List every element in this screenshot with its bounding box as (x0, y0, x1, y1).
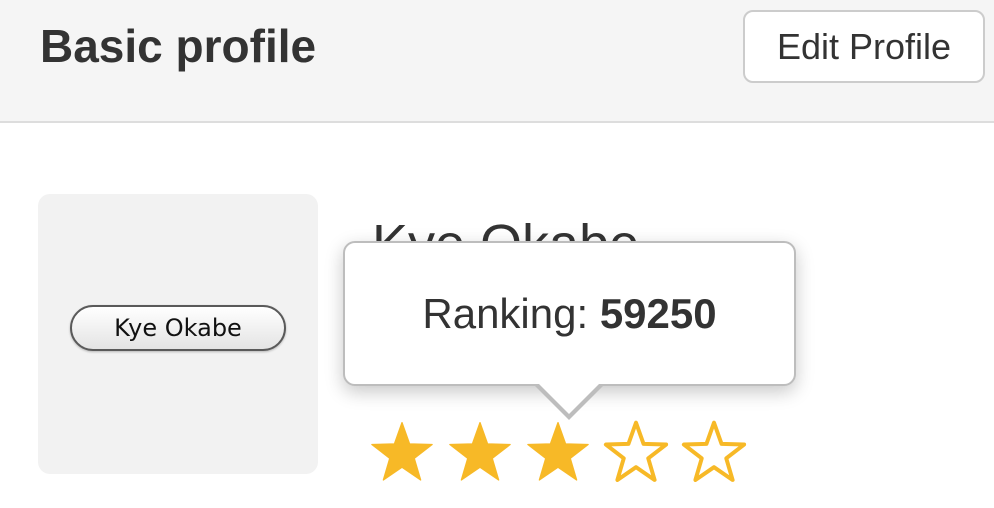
page-header: Basic profile Edit Profile (0, 0, 994, 123)
ranking-label: Ranking: (422, 290, 600, 337)
star-empty-icon[interactable] (680, 420, 748, 486)
page-title: Basic profile (40, 20, 317, 72)
ranking-value: 59250 (599, 290, 717, 337)
ranking-tooltip: Ranking: 59250 (343, 241, 796, 386)
avatar-name-label: Kye Okabe (70, 305, 286, 351)
star-empty-icon[interactable] (602, 420, 670, 486)
avatar: Kye Okabe (38, 194, 318, 474)
tooltip-arrow (533, 381, 605, 420)
edit-profile-button[interactable]: Edit Profile (743, 10, 985, 83)
star-filled-icon[interactable] (524, 420, 592, 486)
star-rating[interactable] (368, 420, 748, 486)
star-filled-icon[interactable] (446, 420, 514, 486)
star-filled-icon[interactable] (368, 420, 436, 486)
